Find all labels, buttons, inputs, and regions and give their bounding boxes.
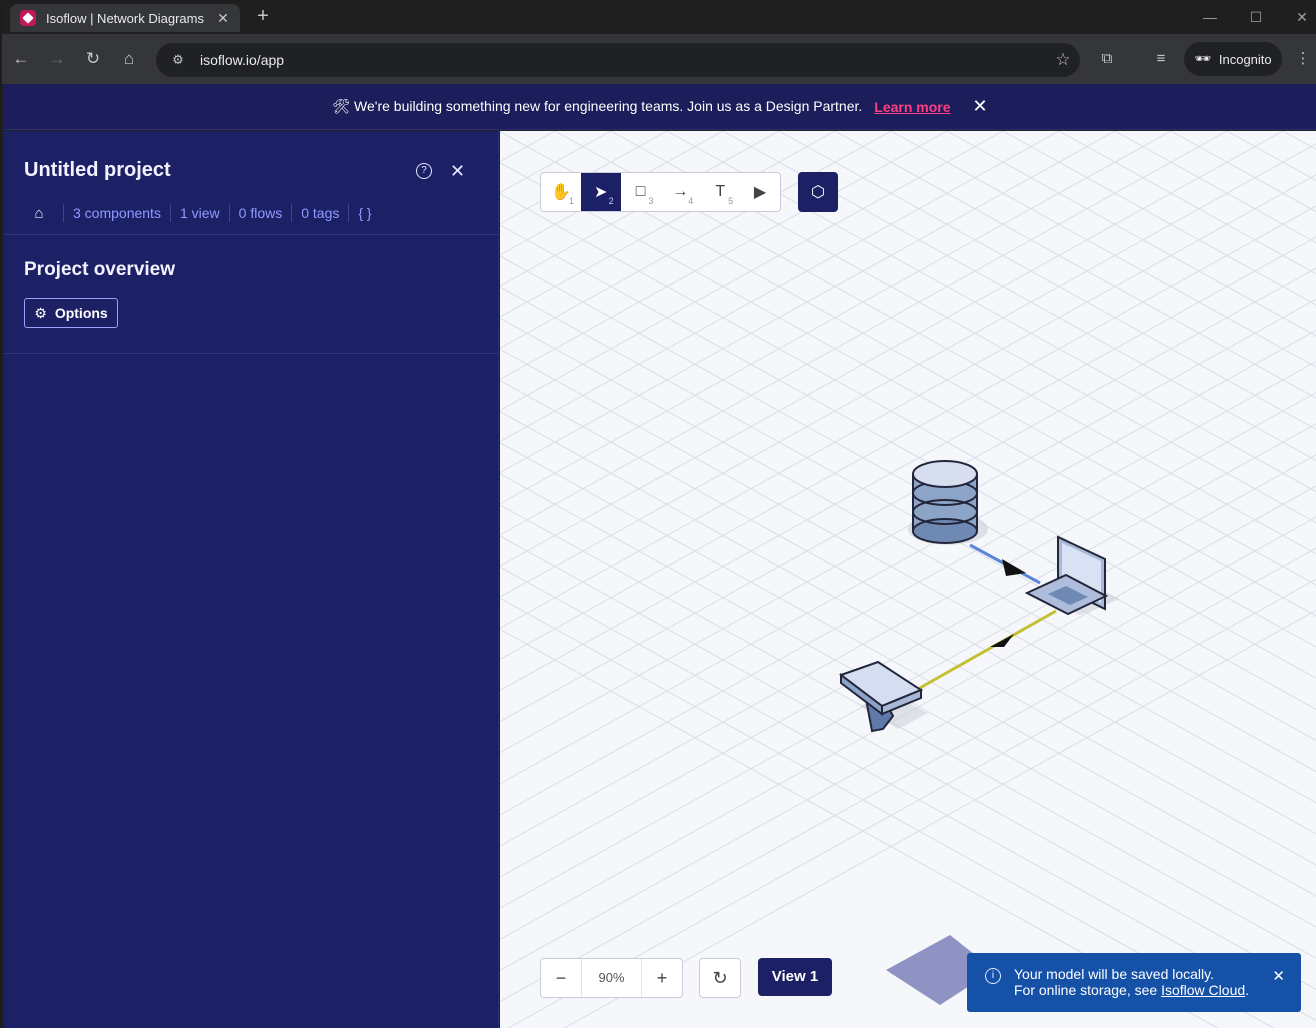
divider — [228, 204, 230, 222]
tool-text[interactable]: T5 — [700, 173, 740, 211]
project-sidebar: Untitled project ? ✕ ⌂ 3 components 1 vi… — [4, 131, 499, 1028]
banner-close-icon[interactable]: ✕ — [973, 96, 988, 117]
desk-node[interactable] — [838, 660, 928, 733]
incognito-icon: 🕶 — [1194, 51, 1211, 66]
new-tab-button[interactable]: + — [252, 6, 274, 28]
view-selector-button[interactable]: View 1 — [758, 958, 832, 996]
section-title: Project overview — [24, 259, 176, 280]
browser-tab[interactable]: Isoflow | Network Diagrams ✕ — [10, 4, 240, 32]
isoflow-favicon-icon — [20, 10, 36, 26]
rectangle-icon: □ — [635, 183, 646, 200]
info-icon: i — [985, 968, 1001, 984]
options-label: Options — [54, 305, 108, 321]
connector-icon: → — [672, 183, 689, 200]
toast-line2: For online storage, see Isoflow Cloud. — [1014, 982, 1301, 998]
window-close-icon[interactable]: ✕ — [1282, 6, 1316, 28]
tool-present[interactable]: ▶ — [740, 173, 780, 211]
laptop-node[interactable] — [1024, 535, 1120, 616]
components-link[interactable]: 3 components — [73, 205, 161, 221]
json-icon[interactable]: { } — [358, 205, 371, 221]
tool-connector[interactable]: → 4 — [660, 173, 700, 211]
tool-shortcut: 2 — [608, 196, 614, 206]
isoflow-cloud-link[interactable]: Isoflow Cloud — [1161, 982, 1245, 998]
text-icon: T — [715, 183, 726, 200]
tags-link[interactable]: 0 tags — [301, 205, 339, 221]
save-notification: i Your model will be saved locally. For … — [967, 953, 1301, 1012]
divider — [4, 234, 499, 235]
gear-icon: ⚙ — [34, 304, 47, 321]
tool-pan[interactable]: ✋ 1 — [541, 173, 581, 211]
project-title: Untitled project — [24, 159, 171, 181]
options-button[interactable]: ⚙ Options — [24, 298, 118, 328]
zoom-controls: − 90% + — [540, 958, 683, 998]
site-settings-icon[interactable]: ⚙ — [168, 50, 188, 70]
toast-line2-text: For online storage, see — [1014, 982, 1158, 998]
toast-close-icon[interactable]: ✕ — [1272, 969, 1285, 985]
present-icon: ▶ — [753, 184, 767, 201]
arrow-icon — [1002, 559, 1026, 576]
tool-shortcut: 5 — [728, 196, 734, 206]
url-text[interactable]: isoflow.io/app — [200, 52, 1046, 68]
zoom-level: 90% — [581, 959, 642, 997]
learn-more-link[interactable]: Learn more — [874, 99, 950, 115]
database-node[interactable] — [908, 460, 988, 545]
media-controls-icon[interactable]: ≡ — [1148, 46, 1174, 72]
toast-line1: Your model will be saved locally. — [1014, 966, 1214, 982]
toast-period: . — [1245, 982, 1250, 998]
banner-message: 🛠 We're building something new for engin… — [332, 98, 863, 114]
browser-toolbar: ← → ↻ ⌂ ⚙ isoflow.io/app ☆ ⧉ ≡ 🕶 Incogni… — [2, 34, 1316, 84]
cube-icon: ⬡ — [811, 184, 825, 201]
select-icon: ➤ — [594, 184, 608, 201]
tool-menu: ✋ 1 ➤ 2 □ 3 → 4 T 5 ▶ — [540, 172, 781, 212]
tool-shortcut: 3 — [648, 196, 654, 206]
divider — [4, 353, 499, 354]
home-icon[interactable]: ⌂ — [24, 205, 54, 222]
connector-desk-laptop[interactable] — [917, 609, 1057, 691]
forward-icon[interactable]: → — [44, 46, 70, 72]
reset-view-button[interactable]: ↻ — [699, 958, 741, 998]
sidebar-close-icon[interactable]: ✕ — [450, 161, 465, 182]
help-icon[interactable]: ? — [416, 163, 432, 179]
breadcrumb: ⌂ 3 components 1 view 0 flows 0 tags { } — [24, 201, 372, 225]
tab-strip: Isoflow | Network Diagrams ✕ + — ☐ ✕ — [2, 2, 1316, 34]
diagram-canvas[interactable]: ✋ 1 ➤ 2 □ 3 → 4 T 5 ▶ ⬡ − 90% + ↻ View 1 i Your mo… — [500, 131, 1316, 1028]
divider — [63, 204, 64, 222]
tool-shortcut: 4 — [688, 196, 694, 206]
component-library-button[interactable]: ⬡ — [798, 172, 838, 212]
divider — [169, 204, 171, 222]
announcement-banner: 🛠 We're building something new for engin… — [4, 84, 1316, 130]
incognito-indicator[interactable]: 🕶 Incognito — [1184, 42, 1282, 76]
lens-search-icon[interactable]: ⧉ — [1094, 46, 1120, 72]
browser-menu-icon[interactable]: ⋮ — [1290, 46, 1316, 72]
reload-icon[interactable]: ↻ — [80, 46, 106, 72]
tab-title: Isoflow | Network Diagrams — [46, 10, 204, 26]
address-bar[interactable]: ⚙ isoflow.io/app ☆ — [156, 43, 1080, 77]
diagram-layer — [838, 460, 1120, 1005]
minimize-icon[interactable]: — — [1190, 6, 1230, 28]
browser-window: Isoflow | Network Diagrams ✕ + — ☐ ✕ ← →… — [0, 0, 1316, 1028]
bookmark-star-icon[interactable]: ☆ — [1046, 50, 1080, 70]
zoom-out-button[interactable]: − — [541, 968, 581, 989]
back-icon[interactable]: ← — [8, 46, 34, 72]
tab-close-icon[interactable]: ✕ — [212, 10, 234, 27]
tool-shortcut: 1 — [568, 196, 574, 206]
divider — [291, 204, 293, 222]
incognito-label: Incognito — [1218, 51, 1272, 67]
views-link[interactable]: 1 view — [180, 205, 220, 221]
tool-rectangle[interactable]: □ 3 — [621, 173, 661, 211]
home-icon[interactable]: ⌂ — [116, 46, 142, 72]
tool-select[interactable]: ➤ 2 — [580, 173, 621, 211]
zoom-in-button[interactable]: + — [642, 968, 682, 989]
maximize-icon[interactable]: ☐ — [1236, 6, 1276, 28]
divider — [348, 204, 350, 222]
flows-link[interactable]: 0 flows — [239, 205, 283, 221]
